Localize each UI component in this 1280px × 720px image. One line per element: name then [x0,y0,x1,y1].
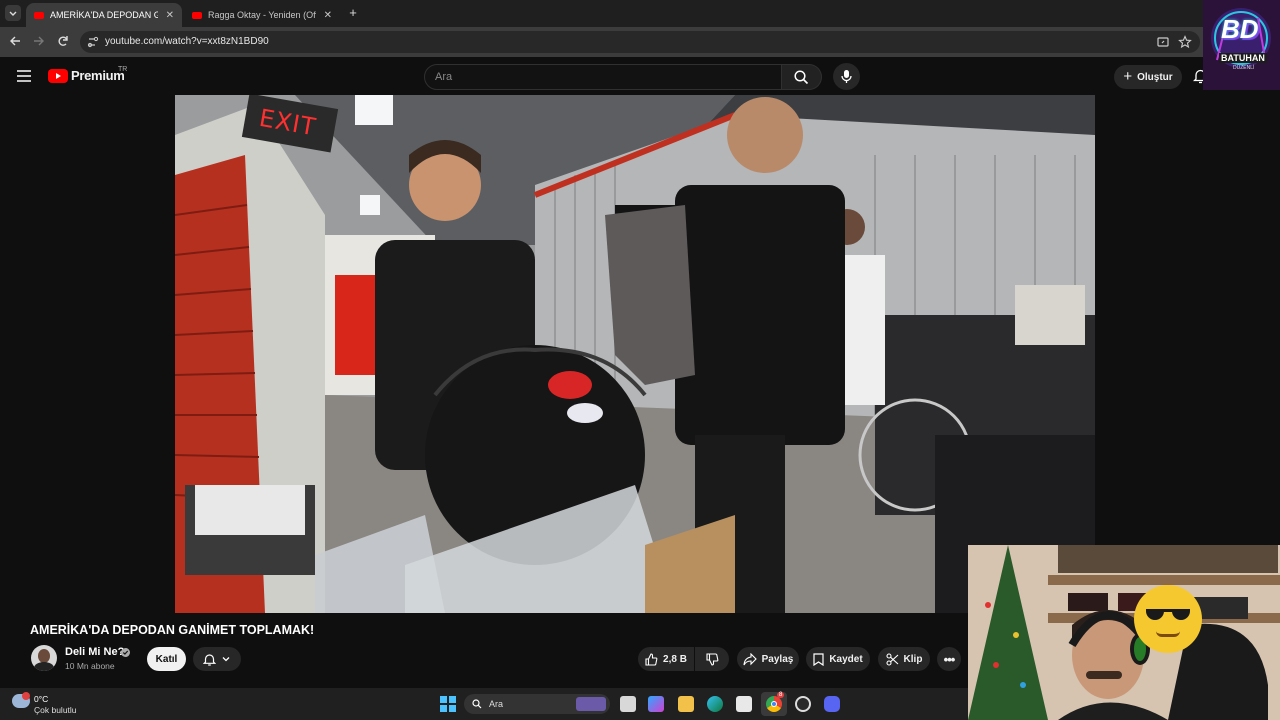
obs-icon[interactable] [795,696,811,712]
search-button[interactable] [782,64,822,90]
like-count: 2,8 B [663,653,687,665]
browser-tab-strip: AMERİKA'DA DEPODAN GANİMET TOPLAMAK! ✕ R… [0,0,1280,27]
site-info-icon[interactable] [86,35,100,49]
chevron-down-icon [222,657,230,662]
new-tab-button[interactable]: + [345,5,361,21]
join-label: Katıl [155,653,178,665]
sunglasses-emoji-icon [1134,585,1202,653]
cast-icon[interactable] [1156,35,1170,49]
close-icon[interactable]: ✕ [166,10,174,21]
reload-icon [58,36,68,46]
weather-description: Çok bulutlu [34,705,77,715]
back-button[interactable] [7,34,23,51]
weather-temperature: 0°C [34,694,49,704]
copilot-icon[interactable] [648,696,664,712]
join-button[interactable]: Katıl [147,647,186,671]
bookmark-star-icon[interactable] [1178,35,1192,49]
forward-button[interactable] [31,34,47,51]
create-label: Oluştur [1137,71,1173,83]
more-icon: ••• [943,651,956,667]
logo-mark: BD [1221,14,1259,44]
webcam-overlay [968,545,1280,720]
youtube-play-logo-icon [48,68,68,83]
bell-icon [203,653,216,666]
logo-name: BATUHAN [1219,53,1267,63]
webcam-scene [968,545,1280,720]
thumbs-down-icon [705,652,718,666]
subscriber-count: 10 Mn abone [65,661,115,671]
clip-label: Klip [903,653,923,665]
logo-text: Premium [71,68,125,83]
channel-avatar[interactable] [31,645,57,671]
url-text: youtube.com/watch?v=xxt8zN1BD90 [105,36,269,47]
more-actions-button[interactable]: ••• [937,647,961,671]
tab-active[interactable]: AMERİKA'DA DEPODAN GANİMET TOPLAMAK! ✕ [26,3,182,27]
discord-icon[interactable] [824,696,840,712]
chrome-badge: 8 [777,692,785,698]
share-button[interactable]: Paylaş [737,647,799,671]
youtube-logo[interactable]: Premium [48,68,125,83]
task-view-icon[interactable] [620,696,636,712]
omnibox[interactable]: youtube.com/watch?v=xxt8zN1BD90 [80,31,1200,53]
tab-title: Ragga Oktay - Yeniden (Official Video) [208,10,316,20]
clip-button[interactable]: Klip [878,647,930,671]
logo-surname: DÜZENLİ [1233,65,1255,71]
dislike-button[interactable] [695,647,729,671]
chevron-down-icon [9,11,17,16]
bookmark-icon [813,652,824,666]
file-explorer-icon[interactable] [678,696,694,712]
create-button[interactable]: + Oluştur [1114,65,1182,89]
youtube-favicon-icon [34,11,44,19]
share-label: Paylaş [761,653,794,665]
tab-inactive[interactable]: Ragga Oktay - Yeniden (Official Video) ✕ [184,3,340,27]
channel-name[interactable]: Deli Mi Ne? [65,646,124,658]
voice-search-button[interactable] [833,63,860,90]
menu-icon[interactable] [17,70,31,82]
search-input[interactable]: Ara [424,64,782,90]
close-icon[interactable]: ✕ [324,10,332,21]
region-badge: TR [118,66,128,73]
taskbar-search-label: Ara [489,699,504,709]
video-frame-scene [175,95,1095,613]
scissors-icon [885,652,898,666]
save-button[interactable]: Kaydet [806,647,870,671]
thumbs-up-icon [645,652,658,666]
address-toolbar: youtube.com/watch?v=xxt8zN1BD90 [0,27,1280,57]
streamer-logo: BD BATUHAN DÜZENLİ [1203,0,1280,90]
arrow-right-icon [34,36,44,46]
chrome-taskbar-item[interactable]: 8 [761,692,787,716]
reload-button[interactable] [55,34,71,51]
store-icon[interactable] [736,696,752,712]
tab-list-dropdown-button[interactable] [5,5,21,21]
video-player[interactable]: EXIT [175,95,1095,613]
taskbar-search[interactable]: Ara [464,694,610,714]
edge-icon[interactable] [707,696,723,712]
share-icon [743,652,757,665]
windows-start-icon[interactable] [440,696,456,712]
subscribed-notifications-button[interactable] [193,647,241,671]
plus-icon: + [1123,68,1133,85]
arrow-left-icon [10,36,20,46]
search-icon [794,70,809,85]
notification-badge [22,692,30,700]
save-label: Kaydet [829,653,863,665]
microphone-icon [841,70,852,83]
tab-title: AMERİKA'DA DEPODAN GANİMET TOPLAMAK! [50,10,158,20]
youtube-header: Premium TR Ara + Oluştur [0,57,1280,95]
verified-icon [121,648,130,657]
video-title: AMERİKA'DA DEPODAN GANİMET TOPLAMAK! [30,623,315,637]
like-button[interactable]: 2,8 B [638,647,694,671]
youtube-favicon-icon [192,11,202,19]
exit-sign-text: EXIT [257,103,319,142]
search-icon [472,699,482,709]
